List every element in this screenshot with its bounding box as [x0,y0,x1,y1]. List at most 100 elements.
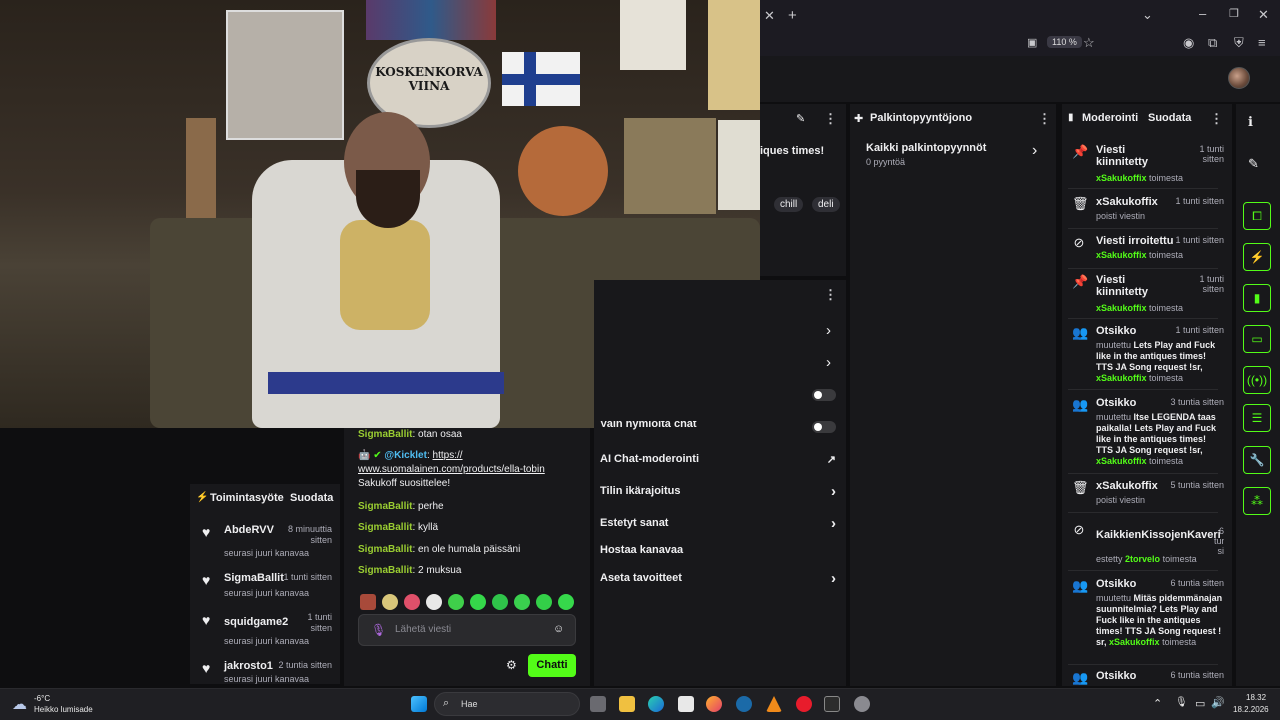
chat-icon[interactable]: ▭ [1243,325,1271,353]
weather-temp[interactable]: -6°C [34,694,50,703]
microphone-icon[interactable]: 🎙 [371,623,386,637]
stream-info-menu-icon[interactable]: ⋮ [824,111,837,127]
settings-menu-icon[interactable]: ⋮ [824,287,837,303]
wrench-icon[interactable]: 🔧 [1243,446,1271,474]
screenshot-icon[interactable]: ⧠ [1243,202,1271,230]
new-tab-icon[interactable]: + [788,7,797,24]
mod-user[interactable]: xSakukoffix [1096,303,1147,313]
mod-settings-panel: ⋮ › › [594,280,846,686]
activity-feed-filter[interactable]: Suodata [290,492,333,504]
edge-icon[interactable] [648,696,664,712]
mod-user[interactable]: xSakukoffix [1096,173,1147,183]
mod-user[interactable]: xSakukoffix [1096,250,1147,260]
minimize-icon[interactable]: – [1199,6,1206,21]
feed-user[interactable]: squidgame2 [224,616,288,628]
display-icon[interactable]: ▭ [1195,697,1205,710]
clock-time[interactable]: 18.32 [1246,693,1266,702]
setting-set-goals[interactable]: Aseta tavoitteet › [600,570,840,592]
feed-user[interactable]: jakrosto1 [224,660,273,672]
account-icon[interactable]: ◉ [1183,35,1194,51]
microphone-icon[interactable]: 🎙 [1175,697,1188,708]
reward-menu-icon[interactable]: ⋮ [1038,111,1051,127]
mod-user[interactable]: xSakukoffix [1109,637,1160,647]
opera-icon[interactable] [796,696,812,712]
toggle-switch[interactable] [812,389,836,401]
windows-start-icon[interactable] [411,696,427,712]
chevron-up-icon[interactable]: ⌃ [1153,697,1162,710]
setting-banned-words[interactable]: Estetyt sanat › [600,515,840,537]
chat-username[interactable]: SigmaBallit [358,429,412,440]
close-window-icon[interactable]: ✕ [1258,7,1269,23]
setting-emote-only[interactable]: Vain hymiöitä chat [600,421,840,433]
weather-desc[interactable]: Heikko lumisade [34,705,93,714]
chat-username[interactable]: SigmaBallit [358,544,412,555]
close-tab-icon[interactable]: ✕ [764,8,775,24]
info-icon[interactable]: ℹ [1248,114,1253,130]
maximize-icon[interactable]: ❐ [1229,7,1239,20]
emote-2[interactable] [382,594,398,610]
moderation-icon[interactable]: ▮ [1243,284,1271,312]
bookmark-star-icon[interactable]: ☆ [1083,35,1095,51]
all-rewards-row[interactable]: Kaikki palkintopyynnöt 0 pyyntöä › [866,142,1044,170]
chat-input[interactable]: 🎙 Lähetä viesti ☺ [358,614,576,646]
chat-username[interactable]: SigmaBallit [358,501,412,512]
edit-icon[interactable]: ✎ [1248,156,1259,172]
moderation-filter[interactable]: Suodata [1148,112,1191,124]
mod-user[interactable]: 2torvelo [1125,554,1160,564]
emote-6[interactable] [470,594,486,610]
mod-suffix: toimesta [1162,554,1197,564]
layout-icon[interactable]: ☰ [1243,404,1271,432]
emote-8[interactable] [514,594,530,610]
clock-date[interactable]: 18.2.2026 [1233,705,1269,714]
menu-icon[interactable]: ≡ [1258,35,1266,50]
chat-username[interactable]: SigmaBallit [358,565,412,576]
add-widget-icon[interactable]: ⁂ [1243,487,1271,515]
emote-1[interactable] [360,594,376,610]
taskbar-search[interactable]: ⌕ Hae [434,692,580,716]
chat-settings-icon[interactable]: ⚙ [506,658,517,672]
mod-action: Viesti kiinnitetty [1096,144,1148,168]
heart-icon: ♥ [202,524,211,540]
mod-user[interactable]: xSakukoffix [1096,456,1147,466]
edit-icon[interactable]: ✎ [796,112,805,125]
tab-list-icon[interactable]: ⌄ [1142,7,1153,23]
chat-username[interactable]: SigmaBallit [358,522,412,533]
extensions-icon[interactable]: ⧉ [1208,35,1217,51]
mod-time: 6 tuntia sitten [1170,578,1224,588]
setting-host-channel[interactable]: Hostaa kanavaa [600,544,840,564]
chevron-right-icon[interactable]: › [826,322,831,339]
terminal-icon[interactable] [824,696,840,712]
emote-3[interactable] [404,594,420,610]
store-icon[interactable] [678,696,694,712]
emote-10[interactable] [558,594,574,610]
feed-user[interactable]: AbdeRVV [224,524,274,536]
setting-ai-moderation[interactable]: AI Chat-moderointi ↗ [600,453,840,473]
emote-7[interactable] [492,594,508,610]
emote-4[interactable] [426,594,442,610]
setting-account-age[interactable]: Tilin ikärajoitus › [600,483,840,505]
tag-deli[interactable]: deli [812,197,840,212]
reader-view-icon[interactable]: ▣ [1027,36,1037,49]
moderation-menu-icon[interactable]: ⋮ [1210,111,1223,127]
emoji-icon[interactable]: ☺ [553,623,564,635]
settings-app-icon[interactable] [854,696,870,712]
zoom-level-badge[interactable]: 110 % [1047,36,1082,48]
chat-username[interactable]: @Kicklet [384,450,427,461]
shield-icon[interactable]: ⛨ [1234,35,1244,51]
lightning-icon[interactable]: ⚡ [1243,243,1271,271]
task-view-icon[interactable] [590,696,606,712]
avatar[interactable] [1228,67,1250,89]
volume-icon[interactable]: 🔊 [1211,696,1225,709]
steam-icon[interactable] [736,696,752,712]
mod-user[interactable]: xSakukoffix [1096,373,1147,383]
emote-5[interactable] [448,594,464,610]
tag-chill[interactable]: chill [774,197,804,212]
firefox-icon[interactable] [706,696,722,712]
mod-action[interactable]: KaikkienKissojenKaveri [1096,529,1220,541]
file-explorer-icon[interactable] [619,696,635,712]
emote-9[interactable] [536,594,552,610]
broadcast-icon[interactable]: ((•)) [1243,366,1271,394]
send-chat-button[interactable]: Chatti [528,654,576,677]
chevron-right-icon[interactable]: › [826,354,831,371]
jersey-lion [340,220,430,330]
